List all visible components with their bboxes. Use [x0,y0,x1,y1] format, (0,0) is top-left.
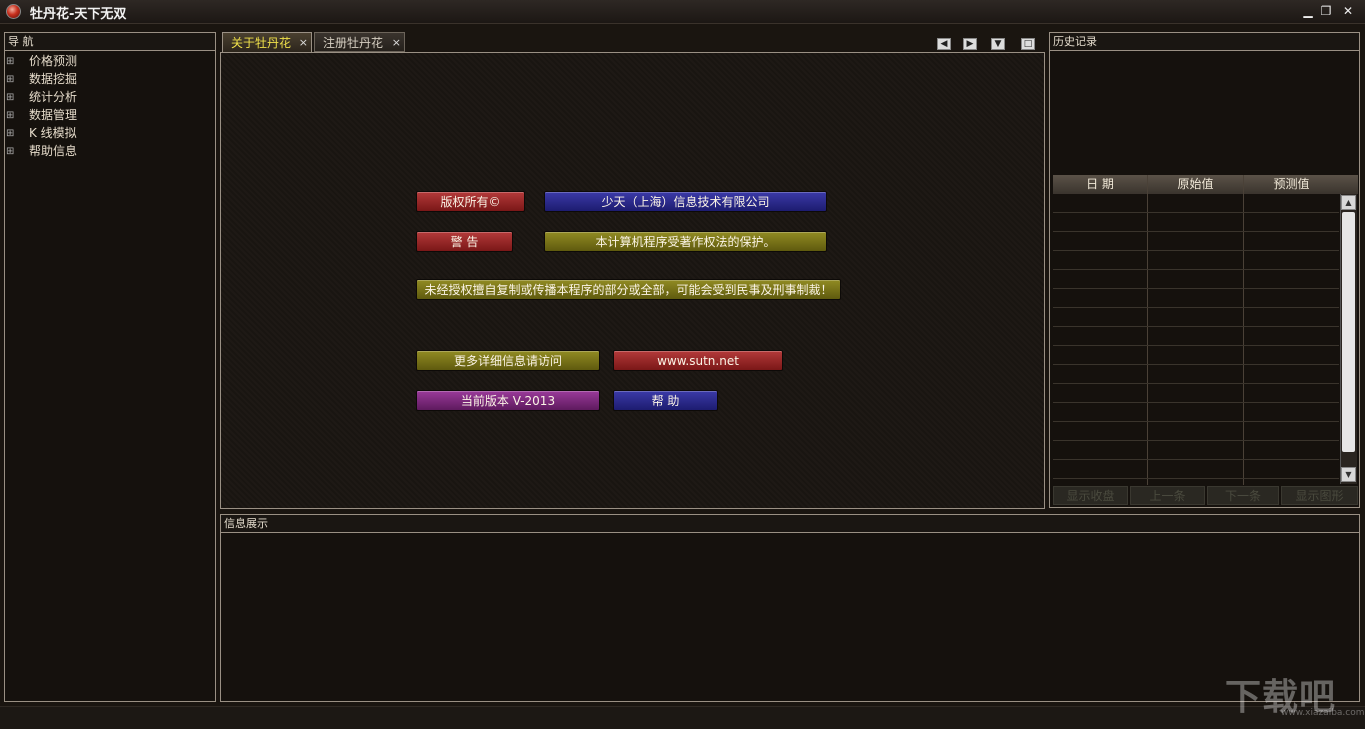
nav-item-label: 数据管理 [29,108,78,122]
expand-icon[interactable]: ⊞ [6,57,15,67]
nav-item-data-mining[interactable]: ⊞ 数据挖掘 [6,70,77,88]
expand-icon[interactable]: ⊞ [6,93,15,103]
tab-maximize-icon[interactable]: □ [1021,38,1035,50]
watermark-logo: 下载吧 www.xiazaiba.com [1225,668,1365,718]
tab-label: 注册牡丹花 [323,36,384,50]
close-button[interactable]: ✕ [1340,3,1356,19]
copyright-law-notice[interactable]: 本计算机程序受著作权法的保护。 [544,231,827,252]
tab-list-dropdown-icon[interactable]: ▼ [991,38,1005,50]
expand-icon[interactable]: ⊞ [6,129,15,139]
table-row[interactable] [1053,364,1339,365]
table-row[interactable] [1053,326,1339,327]
table-row[interactable] [1053,307,1339,308]
column-header-forecast[interactable]: 预测值 [1244,175,1339,194]
copyright-button[interactable]: 版权所有© [416,191,525,212]
table-row[interactable] [1053,440,1339,441]
warning-button[interactable]: 警 告 [416,231,513,252]
window-title: 牡丹花-天下无双 [30,7,127,22]
column-header-original[interactable]: 原始值 [1148,175,1243,194]
info-display-panel: 信息展示 [220,514,1360,702]
table-row[interactable] [1053,269,1339,270]
nav-item-label: 帮助信息 [29,144,78,158]
scroll-down-icon[interactable]: ▼ [1341,467,1356,482]
expand-icon[interactable]: ⊞ [6,75,15,85]
tab-about[interactable]: 关于牡丹花 × [222,32,312,52]
legal-warning-notice[interactable]: 未经授权擅自复制或传播本程序的部分或全部，可能会受到民事及刑事制裁！ [416,279,841,300]
nav-panel-title: 导 航 [5,33,215,51]
column-divider [1147,175,1148,485]
history-panel: 历史记录 [1049,32,1360,508]
expand-icon[interactable]: ⊞ [6,147,15,157]
tab-close-icon[interactable]: × [299,33,308,53]
nav-item-label: 价格预测 [29,54,78,68]
tab-scroll-left-icon[interactable]: ◀ [937,38,951,50]
tab-close-icon[interactable]: × [392,33,401,53]
tab-label: 关于牡丹花 [231,36,292,50]
website-link-button[interactable]: www.sutn.net [613,350,783,371]
table-row[interactable] [1053,288,1339,289]
show-chart-button[interactable]: 显示图形 [1281,486,1358,505]
app-logo-icon [6,4,21,19]
nav-item-label: 数据挖掘 [29,72,78,86]
history-panel-title: 历史记录 [1050,33,1359,51]
column-header-date[interactable]: 日 期 [1053,175,1147,194]
next-record-button[interactable]: 下一条 [1207,486,1279,505]
version-button[interactable]: 当前版本 V-2013 [416,390,600,411]
previous-record-button[interactable]: 上一条 [1130,486,1205,505]
table-row[interactable] [1053,383,1339,384]
nav-item-price-forecast[interactable]: ⊞ 价格预测 [6,52,77,70]
table-row[interactable] [1053,421,1339,422]
table-row[interactable] [1053,345,1339,346]
expand-icon[interactable]: ⊞ [6,111,15,121]
nav-item-data-management[interactable]: ⊞ 数据管理 [6,106,77,124]
scrollbar-thumb[interactable] [1342,212,1355,452]
tab-scroll-right-icon[interactable]: ▶ [963,38,977,50]
tab-register[interactable]: 注册牡丹花 × [314,32,405,52]
show-close-button[interactable]: 显示收盘 [1053,486,1128,505]
watermark-url: www.xiazaiba.com [1281,708,1365,718]
more-info-button[interactable]: 更多详细信息请访问 [416,350,600,371]
nav-item-label: K 线模拟 [29,126,77,140]
minimize-button[interactable]: ▁ [1300,3,1316,19]
nav-item-statistics[interactable]: ⊞ 统计分析 [6,88,77,106]
table-row[interactable] [1053,478,1339,479]
info-panel-title: 信息展示 [221,515,1359,533]
table-row[interactable] [1053,459,1339,460]
help-button[interactable]: 帮 助 [613,390,718,411]
scroll-up-icon[interactable]: ▲ [1341,195,1356,210]
table-row[interactable] [1053,402,1339,403]
table-row[interactable] [1053,231,1339,232]
column-divider [1243,175,1244,485]
status-bar [0,706,1365,729]
title-bar [0,0,1365,24]
table-row[interactable] [1053,212,1339,213]
nav-item-help[interactable]: ⊞ 帮助信息 [6,142,77,160]
table-row[interactable] [1053,250,1339,251]
company-button[interactable]: 少天（上海）信息技术有限公司 [544,191,827,212]
nav-item-label: 统计分析 [29,90,78,104]
nav-item-kline-sim[interactable]: ⊞ K 线模拟 [6,124,77,142]
restore-button[interactable]: ❐ [1318,3,1334,19]
